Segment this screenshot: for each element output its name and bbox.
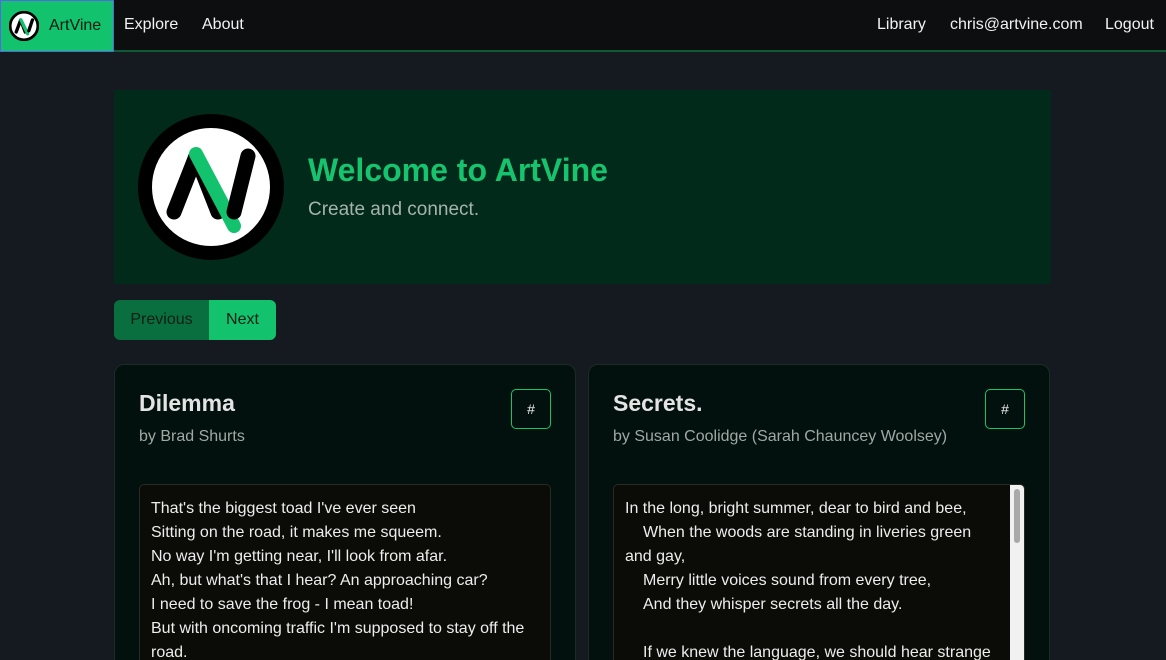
poem-line: Ah, but what's that I hear? An approachi… bbox=[151, 572, 488, 589]
poem-card: Dilemma by Brad Shurts # That's the bigg… bbox=[114, 364, 576, 660]
next-button[interactable]: Next bbox=[209, 300, 276, 340]
hash-button[interactable]: # bbox=[985, 389, 1025, 429]
poem-title: Secrets. bbox=[613, 390, 703, 416]
previous-button[interactable]: Previous bbox=[114, 300, 209, 340]
poem-line: When the woods are standing in liveries … bbox=[625, 524, 972, 565]
brand-home-link[interactable]: ArtVine bbox=[0, 0, 114, 52]
poem-line: But with oncoming traffic I'm supposed t… bbox=[151, 620, 525, 660]
poem-blank-line bbox=[625, 617, 999, 641]
welcome-hero: Welcome to ArtVine Create and connect. bbox=[114, 90, 1051, 284]
scrollbar-thumb[interactable] bbox=[1014, 489, 1020, 543]
poem-title: Dilemma bbox=[139, 390, 235, 416]
pagination: Previous Next bbox=[114, 300, 276, 340]
poem-line: That's the biggest toad I've ever seen bbox=[151, 500, 416, 517]
poem-text-box[interactable]: That's the biggest toad I've ever seen S… bbox=[139, 484, 551, 660]
poem-line: I need to save the frog - I mean toad! bbox=[151, 596, 414, 613]
hero-subtitle: Create and connect. bbox=[308, 199, 480, 220]
nav-link-library[interactable]: Library bbox=[877, 0, 926, 50]
nav-link-explore[interactable]: Explore bbox=[124, 0, 178, 50]
nav-link-about[interactable]: About bbox=[202, 0, 244, 50]
poem-line: Sitting on the road, it makes me squeem. bbox=[151, 524, 442, 541]
poem-line: And they whisper secrets all the day. bbox=[643, 596, 903, 613]
poem-text-box[interactable]: In the long, bright summer, dear to bird… bbox=[613, 484, 1025, 660]
nav-user-email[interactable]: chris@artvine.com bbox=[950, 0, 1083, 50]
poem-card: Secrets. by Susan Coolidge (Sarah Chaunc… bbox=[588, 364, 1050, 660]
poem-line: No way I'm getting near, I'll look from … bbox=[151, 548, 448, 565]
top-navbar: ArtVine Explore About Library chris@artv… bbox=[0, 0, 1166, 52]
poem-line: If we knew the language, we should hear … bbox=[643, 644, 991, 660]
nav-logout-link[interactable]: Logout bbox=[1105, 0, 1154, 50]
poem-line: Merry little voices sound from every tre… bbox=[643, 572, 932, 589]
artvine-logo-icon bbox=[9, 11, 39, 41]
artvine-hero-logo-icon bbox=[138, 114, 284, 260]
poem-author: by Susan Coolidge (Sarah Chauncey Woolse… bbox=[613, 428, 948, 445]
poem-line: In the long, bright summer, dear to bird… bbox=[625, 500, 967, 517]
poem-scrollbar[interactable] bbox=[1010, 485, 1024, 660]
poem-author: by Brad Shurts bbox=[139, 428, 245, 445]
hash-button[interactable]: # bbox=[511, 389, 551, 429]
hero-title: Welcome to ArtVine bbox=[308, 152, 608, 188]
brand-label: ArtVine bbox=[49, 17, 102, 34]
